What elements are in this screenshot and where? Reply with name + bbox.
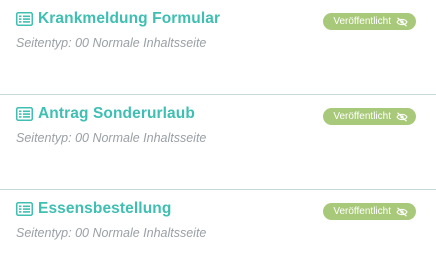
list-icon <box>16 12 33 26</box>
status-label: Veröffentlicht <box>333 16 391 27</box>
list-icon <box>16 202 33 216</box>
list-item[interactable]: Krankmeldung Formular Seitentyp: 00 Norm… <box>0 0 436 95</box>
page-type-label: Seitentyp: 00 Normale Inhaltsseite <box>16 226 207 240</box>
status-label: Veröffentlicht <box>333 111 391 122</box>
page-list: Krankmeldung Formular Seitentyp: 00 Norm… <box>0 0 436 260</box>
page-title-link[interactable]: Krankmeldung Formular <box>16 10 220 28</box>
status-badge[interactable]: Veröffentlicht <box>323 203 416 220</box>
status-badge[interactable]: Veröffentlicht <box>323 108 416 125</box>
eye-slash-icon <box>396 206 408 217</box>
list-item[interactable]: Essensbestellung Seitentyp: 00 Normale I… <box>0 190 436 260</box>
eye-slash-icon <box>396 111 408 122</box>
page-title[interactable]: Antrag Sonderurlaub <box>38 105 195 123</box>
list-item[interactable]: Antrag Sonderurlaub Seitentyp: 00 Normal… <box>0 95 436 190</box>
eye-slash-icon <box>396 16 408 27</box>
status-label: Veröffentlicht <box>333 206 391 217</box>
page-type-label: Seitentyp: 00 Normale Inhaltsseite <box>16 131 207 145</box>
page-type-label: Seitentyp: 00 Normale Inhaltsseite <box>16 36 207 50</box>
page-title[interactable]: Essensbestellung <box>38 200 171 218</box>
page-title-link[interactable]: Antrag Sonderurlaub <box>16 105 195 123</box>
page-title[interactable]: Krankmeldung Formular <box>38 10 220 28</box>
list-icon <box>16 107 33 121</box>
status-badge[interactable]: Veröffentlicht <box>323 13 416 30</box>
page-title-link[interactable]: Essensbestellung <box>16 200 171 218</box>
